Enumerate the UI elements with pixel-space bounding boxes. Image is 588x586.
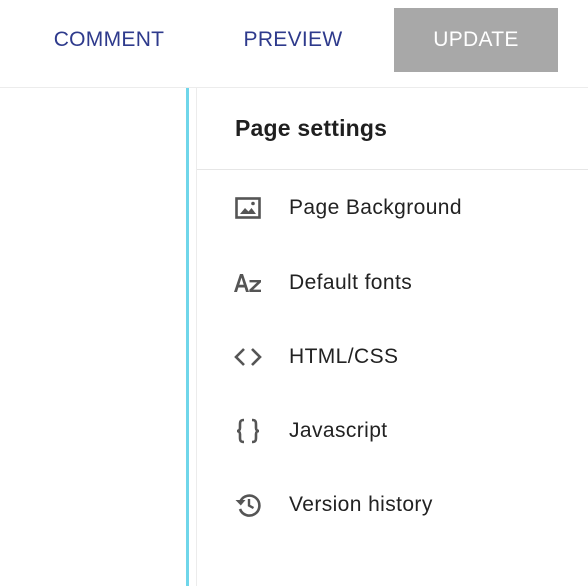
code-icon [233,342,263,372]
menu-item-label: Page Background [289,196,462,219]
image-icon [233,193,263,223]
page-canvas[interactable] [0,88,186,586]
menu-item-default-fonts[interactable]: Default fonts [197,246,588,320]
comment-button[interactable]: COMMENT [40,8,178,72]
menu-item-label: HTML/CSS [289,345,399,368]
panel-header: Page settings [197,88,588,170]
menu-item-label: Version history [289,493,433,516]
panel-title: Page settings [235,115,388,141]
history-icon [233,490,263,520]
update-button[interactable]: UPDATE [394,8,558,72]
page-settings-panel: Page settings Page Background Default fo… [196,88,588,586]
top-toolbar: COMMENT PREVIEW UPDATE [0,0,588,88]
settings-menu: Page Background Default fonts HTML/CSS J… [197,170,588,542]
menu-item-version-history[interactable]: Version history [197,468,588,542]
menu-item-html-css[interactable]: HTML/CSS [197,320,588,394]
menu-item-label: Javascript [289,419,388,442]
canvas-edge-indicator [186,88,189,586]
menu-item-page-background[interactable]: Page Background [197,170,588,246]
font-az-icon [233,268,263,298]
preview-button[interactable]: PREVIEW [232,8,354,72]
menu-item-javascript[interactable]: Javascript [197,394,588,468]
curly-braces-icon [233,416,263,446]
menu-item-label: Default fonts [289,271,413,294]
